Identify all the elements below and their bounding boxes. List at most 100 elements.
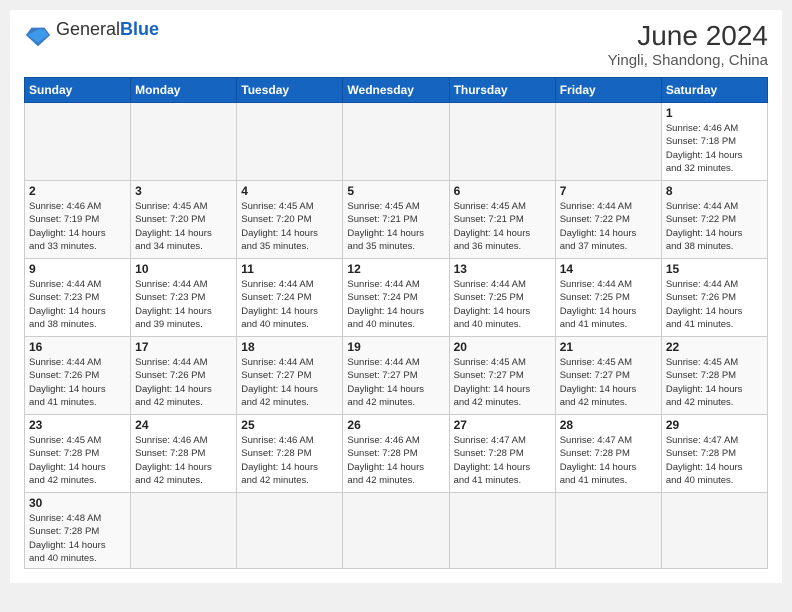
day-info: Sunrise: 4:46 AMSunset: 7:28 PMDaylight:… bbox=[135, 434, 232, 487]
weekday-header-saturday: Saturday bbox=[661, 78, 767, 103]
calendar-day-cell: 17Sunrise: 4:44 AMSunset: 7:26 PMDayligh… bbox=[131, 337, 237, 415]
day-number: 16 bbox=[29, 340, 126, 354]
day-info: Sunrise: 4:44 AMSunset: 7:26 PMDaylight:… bbox=[666, 278, 763, 331]
calendar-day-cell: 22 Sunrise: 4:45 AMSunset: 7:28 PMDayligh… bbox=[661, 337, 767, 415]
day-info: Sunrise: 4:45 AMSunset: 7:28 PMDaylight:… bbox=[666, 356, 763, 409]
day-number: 18 bbox=[241, 340, 338, 354]
day-number: 13 bbox=[454, 262, 551, 276]
day-number: 22 bbox=[666, 340, 763, 354]
calendar-day-cell: 8 Sunrise: 4:44 AMSunset: 7:22 PMDaylight… bbox=[661, 181, 767, 259]
day-info: Sunrise: 4:44 AMSunset: 7:22 PMDaylight:… bbox=[560, 200, 657, 253]
calendar-day-cell: 18Sunrise: 4:44 AMSunset: 7:27 PMDayligh… bbox=[237, 337, 343, 415]
title-area: June 2024 Yingli, Shandong, China bbox=[608, 20, 768, 69]
day-info: Sunrise: 4:44 AMSunset: 7:26 PMDaylight:… bbox=[29, 356, 126, 409]
weekday-header-row: SundayMondayTuesdayWednesdayThursdayFrid… bbox=[25, 78, 768, 103]
calendar-day-cell: 27 Sunrise: 4:47 AMSunset: 7:28 PMDayligh… bbox=[449, 415, 555, 493]
calendar-day-cell: 2Sunrise: 4:46 AMSunset: 7:19 PMDaylight… bbox=[25, 181, 131, 259]
calendar-week-row: 1Sunrise: 4:46 AMSunset: 7:18 PMDaylight… bbox=[25, 103, 768, 181]
calendar-day-cell: 30Sunrise: 4:48 AMSunset: 7:28 PMDayligh… bbox=[25, 493, 131, 569]
calendar-day-cell: 23 Sunrise: 4:45 AMSunset: 7:28 PMDayligh… bbox=[25, 415, 131, 493]
day-number: 1 bbox=[666, 106, 763, 120]
calendar-day-cell bbox=[237, 493, 343, 569]
calendar-day-cell bbox=[661, 493, 767, 569]
day-info: Sunrise: 4:47 AMSunset: 7:28 PMDaylight:… bbox=[666, 434, 763, 487]
calendar-day-cell: 5Sunrise: 4:45 AMSunset: 7:21 PMDaylight… bbox=[343, 181, 449, 259]
day-number: 20 bbox=[454, 340, 551, 354]
calendar-day-cell: 4 Sunrise: 4:45 AMSunset: 7:20 PMDaylight… bbox=[237, 181, 343, 259]
calendar-day-cell: 14 Sunrise: 4:44 AMSunset: 7:25 PMDayligh… bbox=[555, 259, 661, 337]
calendar-day-cell bbox=[449, 103, 555, 181]
weekday-header-tuesday: Tuesday bbox=[237, 78, 343, 103]
logo-blue: Blue bbox=[120, 19, 159, 39]
day-number: 26 bbox=[347, 418, 444, 432]
calendar-day-cell: 6Sunrise: 4:45 AMSunset: 7:21 PMDaylight… bbox=[449, 181, 555, 259]
calendar-day-cell: 21 Sunrise: 4:45 AMSunset: 7:27 PMDayligh… bbox=[555, 337, 661, 415]
day-info: Sunrise: 4:44 AMSunset: 7:22 PMDaylight:… bbox=[666, 200, 763, 253]
day-number: 4 bbox=[241, 184, 338, 198]
day-info: Sunrise: 4:45 AMSunset: 7:20 PMDaylight:… bbox=[241, 200, 338, 253]
day-number: 21 bbox=[560, 340, 657, 354]
day-number: 5 bbox=[347, 184, 444, 198]
day-info: Sunrise: 4:44 AMSunset: 7:25 PMDaylight:… bbox=[454, 278, 551, 331]
day-info: Sunrise: 4:44 AMSunset: 7:23 PMDaylight:… bbox=[135, 278, 232, 331]
day-info: Sunrise: 4:44 AMSunset: 7:25 PMDaylight:… bbox=[560, 278, 657, 331]
calendar-day-cell: 13 Sunrise: 4:44 AMSunset: 7:25 PMDayligh… bbox=[449, 259, 555, 337]
calendar-day-cell: 26 Sunrise: 4:46 AMSunset: 7:28 PMDayligh… bbox=[343, 415, 449, 493]
calendar-week-row: 16 Sunrise: 4:44 AMSunset: 7:26 PMDayligh… bbox=[25, 337, 768, 415]
calendar-container: GeneralBlue June 2024 Yingli, Shandong, … bbox=[10, 10, 782, 583]
day-number: 25 bbox=[241, 418, 338, 432]
day-info: Sunrise: 4:45 AMSunset: 7:20 PMDaylight:… bbox=[135, 200, 232, 253]
calendar-week-row: 9Sunrise: 4:44 AMSunset: 7:23 PMDaylight… bbox=[25, 259, 768, 337]
weekday-header-wednesday: Wednesday bbox=[343, 78, 449, 103]
calendar-day-cell: 16 Sunrise: 4:44 AMSunset: 7:26 PMDayligh… bbox=[25, 337, 131, 415]
day-number: 30 bbox=[29, 496, 126, 510]
day-info: Sunrise: 4:45 AMSunset: 7:28 PMDaylight:… bbox=[29, 434, 126, 487]
logo: GeneralBlue bbox=[24, 20, 159, 50]
logo-text: GeneralBlue bbox=[56, 20, 159, 40]
day-number: 23 bbox=[29, 418, 126, 432]
calendar-day-cell: 29 Sunrise: 4:47 AMSunset: 7:28 PMDayligh… bbox=[661, 415, 767, 493]
generalblue-logo-icon bbox=[24, 22, 52, 50]
day-number: 29 bbox=[666, 418, 763, 432]
calendar-week-row: 23 Sunrise: 4:45 AMSunset: 7:28 PMDayligh… bbox=[25, 415, 768, 493]
calendar-day-cell: 7 Sunrise: 4:44 AMSunset: 7:22 PMDaylight… bbox=[555, 181, 661, 259]
calendar-day-cell: 10Sunrise: 4:44 AMSunset: 7:23 PMDayligh… bbox=[131, 259, 237, 337]
day-number: 11 bbox=[241, 262, 338, 276]
day-number: 8 bbox=[666, 184, 763, 198]
day-number: 3 bbox=[135, 184, 232, 198]
weekday-header-friday: Friday bbox=[555, 78, 661, 103]
day-number: 14 bbox=[560, 262, 657, 276]
day-number: 7 bbox=[560, 184, 657, 198]
calendar-day-cell: 15Sunrise: 4:44 AMSunset: 7:26 PMDayligh… bbox=[661, 259, 767, 337]
day-number: 2 bbox=[29, 184, 126, 198]
calendar-day-cell bbox=[555, 493, 661, 569]
month-year-title: June 2024 bbox=[608, 20, 768, 52]
day-info: Sunrise: 4:44 AMSunset: 7:27 PMDaylight:… bbox=[347, 356, 444, 409]
day-number: 6 bbox=[454, 184, 551, 198]
calendar-day-cell bbox=[237, 103, 343, 181]
calendar-day-cell bbox=[555, 103, 661, 181]
calendar-day-cell bbox=[25, 103, 131, 181]
calendar-day-cell: 28Sunrise: 4:47 AMSunset: 7:28 PMDayligh… bbox=[555, 415, 661, 493]
day-info: Sunrise: 4:45 AMSunset: 7:27 PMDaylight:… bbox=[560, 356, 657, 409]
day-info: Sunrise: 4:44 AMSunset: 7:24 PMDaylight:… bbox=[347, 278, 444, 331]
calendar-week-row: 2Sunrise: 4:46 AMSunset: 7:19 PMDaylight… bbox=[25, 181, 768, 259]
weekday-header-monday: Monday bbox=[131, 78, 237, 103]
day-info: Sunrise: 4:44 AMSunset: 7:26 PMDaylight:… bbox=[135, 356, 232, 409]
day-number: 12 bbox=[347, 262, 444, 276]
calendar-day-cell: 20 Sunrise: 4:45 AMSunset: 7:27 PMDayligh… bbox=[449, 337, 555, 415]
calendar-day-cell: 12 Sunrise: 4:44 AMSunset: 7:24 PMDayligh… bbox=[343, 259, 449, 337]
day-number: 24 bbox=[135, 418, 232, 432]
calendar-week-row: 30Sunrise: 4:48 AMSunset: 7:28 PMDayligh… bbox=[25, 493, 768, 569]
location-subtitle: Yingli, Shandong, China bbox=[608, 52, 768, 69]
day-info: Sunrise: 4:46 AMSunset: 7:28 PMDaylight:… bbox=[347, 434, 444, 487]
calendar-day-cell: 9Sunrise: 4:44 AMSunset: 7:23 PMDaylight… bbox=[25, 259, 131, 337]
calendar-day-cell bbox=[343, 493, 449, 569]
day-info: Sunrise: 4:46 AMSunset: 7:28 PMDaylight:… bbox=[241, 434, 338, 487]
day-info: Sunrise: 4:47 AMSunset: 7:28 PMDaylight:… bbox=[454, 434, 551, 487]
day-info: Sunrise: 4:47 AMSunset: 7:28 PMDaylight:… bbox=[560, 434, 657, 487]
day-info: Sunrise: 4:45 AMSunset: 7:27 PMDaylight:… bbox=[454, 356, 551, 409]
logo-general: General bbox=[56, 19, 120, 39]
day-number: 27 bbox=[454, 418, 551, 432]
calendar-day-cell: 25 Sunrise: 4:46 AMSunset: 7:28 PMDayligh… bbox=[237, 415, 343, 493]
